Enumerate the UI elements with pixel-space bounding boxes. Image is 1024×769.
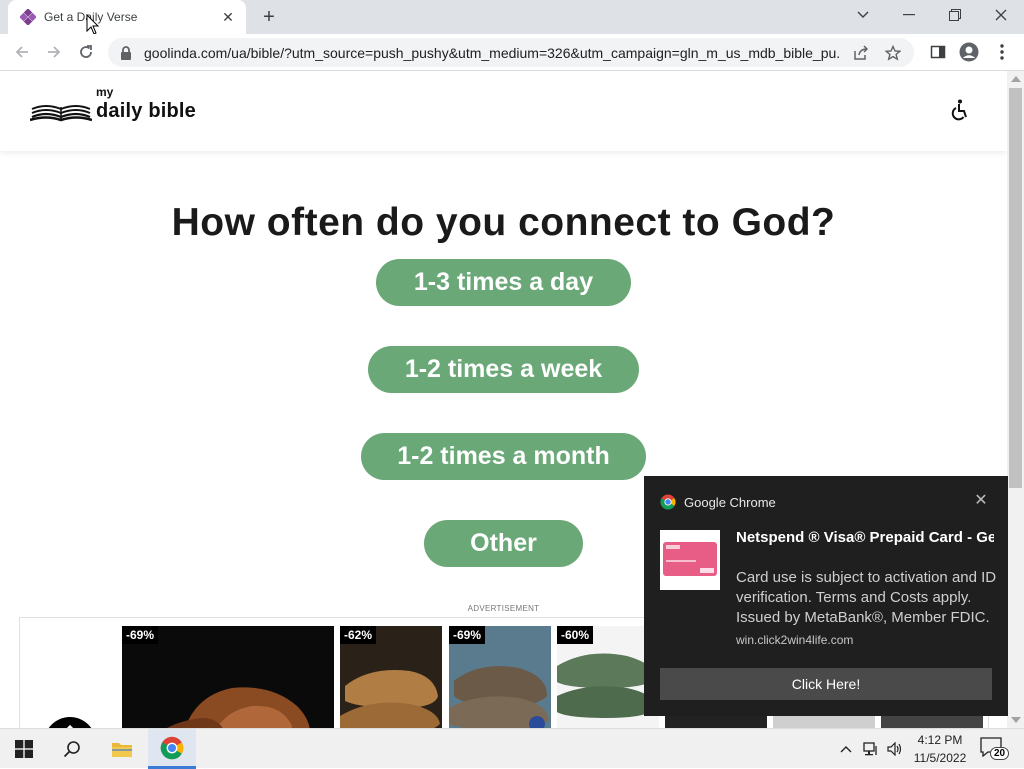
option-other-button[interactable]: Other	[424, 520, 583, 567]
windows-logo-icon	[15, 740, 33, 758]
scroll-thumb[interactable]	[1009, 88, 1022, 488]
browser-toolbar: goolinda.com/ua/bible/?utm_source=push_p…	[0, 34, 1024, 71]
close-window-button[interactable]	[987, 4, 1015, 26]
option-1-2-times-a-month-button[interactable]: 1-2 times a month	[361, 433, 646, 480]
floating-accessibility-button[interactable]	[44, 717, 96, 728]
logo-small-text: my	[96, 85, 114, 99]
search-icon	[63, 741, 80, 758]
notification-title: Netspend ® Visa® Prepaid Card - Get paid…	[736, 529, 994, 546]
notification-body: Card use is subject to activation and ID…	[736, 569, 997, 626]
scroll-down-arrow-icon[interactable]	[1011, 717, 1021, 723]
notification-center-button[interactable]: 20	[980, 737, 1010, 761]
chrome-taskbar-button[interactable]	[148, 729, 196, 769]
option-1-2-times-a-week-button[interactable]: 1-2 times a week	[368, 346, 639, 393]
discount-badge: -60%	[557, 626, 594, 644]
ad-product-7[interactable]	[881, 714, 983, 728]
restore-button[interactable]	[941, 4, 969, 26]
clock-date: 11/5/2022	[913, 751, 967, 765]
volume-icon[interactable]	[884, 729, 906, 769]
new-tab-button[interactable]: +	[258, 6, 280, 28]
ad-product-1[interactable]: -69%	[122, 626, 334, 728]
quiz-question: How often do you connect to God?	[171, 201, 836, 244]
network-icon[interactable]	[860, 729, 882, 769]
site-favicon-icon	[20, 9, 36, 25]
tab-title: Get a Daily Verse	[44, 10, 138, 24]
windows-taskbar: 4:12 PM 11/5/2022 20	[0, 728, 1024, 769]
lock-icon	[121, 45, 131, 60]
notification-header: Google Chrome	[660, 494, 776, 510]
ad-product-6[interactable]	[773, 714, 875, 728]
bookmark-star-icon[interactable]	[882, 42, 904, 64]
site-header: my daily bible	[0, 71, 1007, 151]
system-clock[interactable]: 4:12 PM 11/5/2022	[908, 731, 972, 767]
open-book-icon	[30, 105, 92, 122]
ad-product-3[interactable]: -69%	[449, 626, 551, 728]
ad-product-2[interactable]: -62%	[340, 626, 442, 728]
notification-click-here-button[interactable]: Click Here!	[660, 668, 992, 700]
chrome-icon	[160, 736, 184, 759]
side-panel-icon[interactable]	[926, 40, 950, 64]
share-icon[interactable]	[850, 42, 872, 64]
browser-menu-icon[interactable]	[990, 40, 1014, 64]
page-scrollbar[interactable]	[1007, 71, 1024, 728]
ad-product-5[interactable]	[665, 714, 767, 728]
notification-close-icon[interactable]: ✕	[973, 492, 989, 509]
notification-card-image	[660, 530, 720, 590]
discount-badge: -69%	[122, 626, 159, 644]
search-button[interactable]	[48, 729, 96, 769]
reload-button[interactable]	[74, 40, 98, 64]
tab-close-icon[interactable]: ✕	[220, 9, 236, 25]
url-text: goolinda.com/ua/bible/?utm_source=push_p…	[144, 44, 840, 61]
notification-site: win.click2win4life.com	[736, 633, 854, 647]
discount-badge: -69%	[449, 626, 486, 644]
browser-tab[interactable]: Get a Daily Verse ✕	[8, 0, 246, 34]
show-hidden-icons-chevron-icon[interactable]	[836, 729, 856, 769]
accessibility-icon[interactable]	[948, 98, 972, 122]
back-button[interactable]	[10, 40, 34, 64]
option-1-3-times-a-day-button[interactable]: 1-3 times a day	[376, 259, 631, 306]
notification-app-name: Google Chrome	[684, 494, 776, 510]
site-logo[interactable]: my daily bible	[30, 85, 196, 123]
file-explorer-button[interactable]	[98, 729, 146, 769]
tab-search-chevron-icon[interactable]	[849, 4, 877, 26]
address-bar[interactable]: goolinda.com/ua/bible/?utm_source=push_p…	[108, 38, 914, 67]
notification-count-badge: 20	[990, 747, 1010, 760]
folder-icon	[112, 743, 132, 757]
push-notification[interactable]: Google Chrome ✕ Netspend ® Visa® Prepaid…	[644, 476, 1008, 716]
scroll-up-arrow-icon[interactable]	[1011, 76, 1021, 82]
clock-time: 4:12 PM	[917, 733, 963, 747]
profile-avatar-icon[interactable]	[957, 40, 981, 64]
minimize-button[interactable]	[895, 4, 923, 26]
discount-badge: -62%	[340, 626, 377, 644]
forward-button[interactable]	[42, 40, 66, 64]
start-button[interactable]	[0, 729, 48, 769]
chrome-logo-icon	[660, 494, 676, 510]
mouse-cursor-icon	[86, 14, 100, 35]
tab-strip: Get a Daily Verse ✕ +	[0, 0, 1024, 35]
